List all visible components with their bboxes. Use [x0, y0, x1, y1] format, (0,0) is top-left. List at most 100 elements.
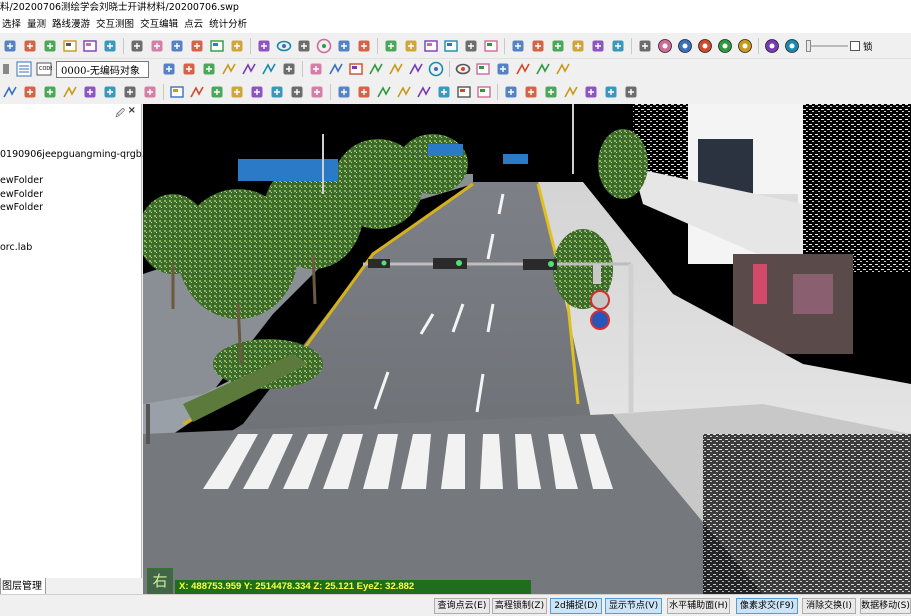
tree-node-folder[interactable]: ewFolder — [0, 202, 43, 214]
bucket-icon[interactable] — [637, 38, 653, 54]
fit-icon[interactable] — [356, 84, 372, 100]
move-icon[interactable] — [22, 84, 38, 100]
cursor-icon[interactable] — [161, 61, 177, 77]
xoy-icon[interactable] — [336, 84, 352, 100]
value-icon[interactable] — [149, 38, 165, 54]
ring-red-icon[interactable] — [784, 38, 800, 54]
tree-icon[interactable] — [256, 38, 272, 54]
pick-icon[interactable] — [403, 38, 419, 54]
tree-node-folder[interactable]: ewFolder — [0, 189, 43, 201]
pixel-intersect-button[interactable]: 像素求交(F9) — [736, 598, 798, 614]
pin-icon[interactable]: 🖉 — [115, 106, 125, 122]
image-icon[interactable] — [423, 38, 439, 54]
cursor-icon[interactable] — [2, 61, 12, 77]
skip-icon[interactable] — [122, 84, 138, 100]
freehand-icon[interactable] — [368, 61, 384, 77]
menu-select[interactable]: 选择 — [0, 16, 24, 33]
clear-swap-button[interactable]: 消除交换(I) — [802, 598, 856, 614]
data-move-button[interactable]: 数据移动(S) — [860, 598, 911, 614]
edge-icon[interactable] — [396, 84, 412, 100]
info-icon[interactable] — [129, 38, 145, 54]
open-icon[interactable] — [22, 38, 38, 54]
frame-icon[interactable] — [169, 84, 185, 100]
globe-icon[interactable] — [677, 38, 693, 54]
arc-icon[interactable] — [408, 61, 424, 77]
cross-line-icon[interactable] — [515, 61, 531, 77]
group-icon[interactable] — [229, 84, 245, 100]
lock-checkbox[interactable]: 锁 — [850, 39, 873, 53]
slider-knob[interactable] — [806, 39, 811, 52]
vertex-icon[interactable] — [189, 38, 205, 54]
layers-icon[interactable] — [623, 84, 639, 100]
rectangle-icon[interactable] — [328, 61, 344, 77]
menu-point-cloud[interactable]: 点云 — [181, 16, 206, 33]
point-r-icon[interactable] — [269, 84, 285, 100]
edit-icon[interactable] — [42, 38, 58, 54]
vertex-add-icon[interactable] — [495, 61, 511, 77]
snap-2d-button[interactable]: 2d捕捉(D) — [550, 598, 602, 614]
layer-stack-icon[interactable] — [181, 61, 197, 77]
point-f-icon[interactable] — [289, 84, 305, 100]
chart-icon[interactable] — [550, 38, 566, 54]
layer-stack-icon[interactable] — [16, 61, 32, 77]
goggles-icon[interactable] — [336, 38, 352, 54]
query-point-cloud-button[interactable]: 查询点云(E) — [434, 598, 490, 614]
opacity-slider[interactable] — [806, 38, 848, 54]
bar-icon[interactable] — [476, 84, 492, 100]
globe-edit-icon[interactable] — [717, 38, 733, 54]
menu-measure[interactable]: 量测 — [24, 16, 49, 33]
crosshair-icon[interactable] — [221, 61, 237, 77]
line-split-icon[interactable] — [535, 61, 551, 77]
hline-icon[interactable] — [376, 84, 392, 100]
mesh-icon[interactable] — [436, 84, 452, 100]
copy-icon[interactable] — [42, 84, 58, 100]
transform-icon[interactable] — [142, 84, 158, 100]
globe-layer-icon[interactable] — [697, 38, 713, 54]
text-box-icon[interactable] — [348, 61, 364, 77]
window-icon[interactable] — [62, 38, 78, 54]
view-icon[interactable] — [82, 38, 98, 54]
z-up-icon[interactable] — [543, 84, 559, 100]
menu-statistics[interactable]: 统计分析 — [206, 16, 250, 33]
show-vertices-button[interactable]: 显示节点(V) — [605, 598, 662, 614]
folder-icon[interactable] — [530, 38, 546, 54]
fill-icon[interactable] — [503, 84, 519, 100]
menu-interactive-map[interactable]: 交互测图 — [93, 16, 137, 33]
sort-icon[interactable] — [583, 84, 599, 100]
close-icon[interactable]: × — [128, 105, 136, 116]
hierarchy-icon[interactable] — [416, 84, 432, 100]
rotate-icon[interactable] — [102, 84, 118, 100]
pointer-icon[interactable] — [356, 38, 372, 54]
sync-icon[interactable] — [657, 38, 673, 54]
cube-icon[interactable] — [510, 38, 526, 54]
tree-node-project[interactable]: 0190906jeepguangming-qrgb... — [0, 149, 151, 161]
line-icon[interactable] — [2, 84, 18, 100]
join-icon[interactable] — [603, 84, 619, 100]
wave-icon[interactable] — [62, 84, 78, 100]
polygon-icon[interactable] — [281, 61, 297, 77]
link-icon[interactable] — [169, 38, 185, 54]
sun-icon[interactable] — [316, 38, 332, 54]
mountain-icon[interactable] — [570, 38, 586, 54]
sigma-icon[interactable] — [523, 84, 539, 100]
branch-icon[interactable] — [82, 84, 98, 100]
ring-alt-icon[interactable] — [764, 38, 780, 54]
menu-interactive-edit[interactable]: 交互编辑 — [137, 16, 181, 33]
line-dot-icon[interactable] — [555, 61, 571, 77]
split-icon[interactable] — [189, 84, 205, 100]
code-list-icon[interactable]: CODE — [36, 61, 52, 77]
tower-icon[interactable] — [610, 38, 626, 54]
ring-icon[interactable] — [737, 38, 753, 54]
table-icon[interactable] — [443, 38, 459, 54]
angle-z-icon[interactable] — [563, 84, 579, 100]
node-icon[interactable] — [249, 84, 265, 100]
fence-icon[interactable] — [475, 61, 491, 77]
ellipse-icon[interactable] — [455, 61, 471, 77]
extent-icon[interactable] — [209, 38, 225, 54]
wall-icon[interactable] — [456, 84, 472, 100]
tree-node-lab-file[interactable]: orc.lab — [0, 242, 32, 254]
connect-icon[interactable] — [309, 84, 325, 100]
merge-icon[interactable] — [209, 84, 225, 100]
arrow-icon[interactable] — [388, 61, 404, 77]
channel-icon[interactable] — [463, 38, 479, 54]
